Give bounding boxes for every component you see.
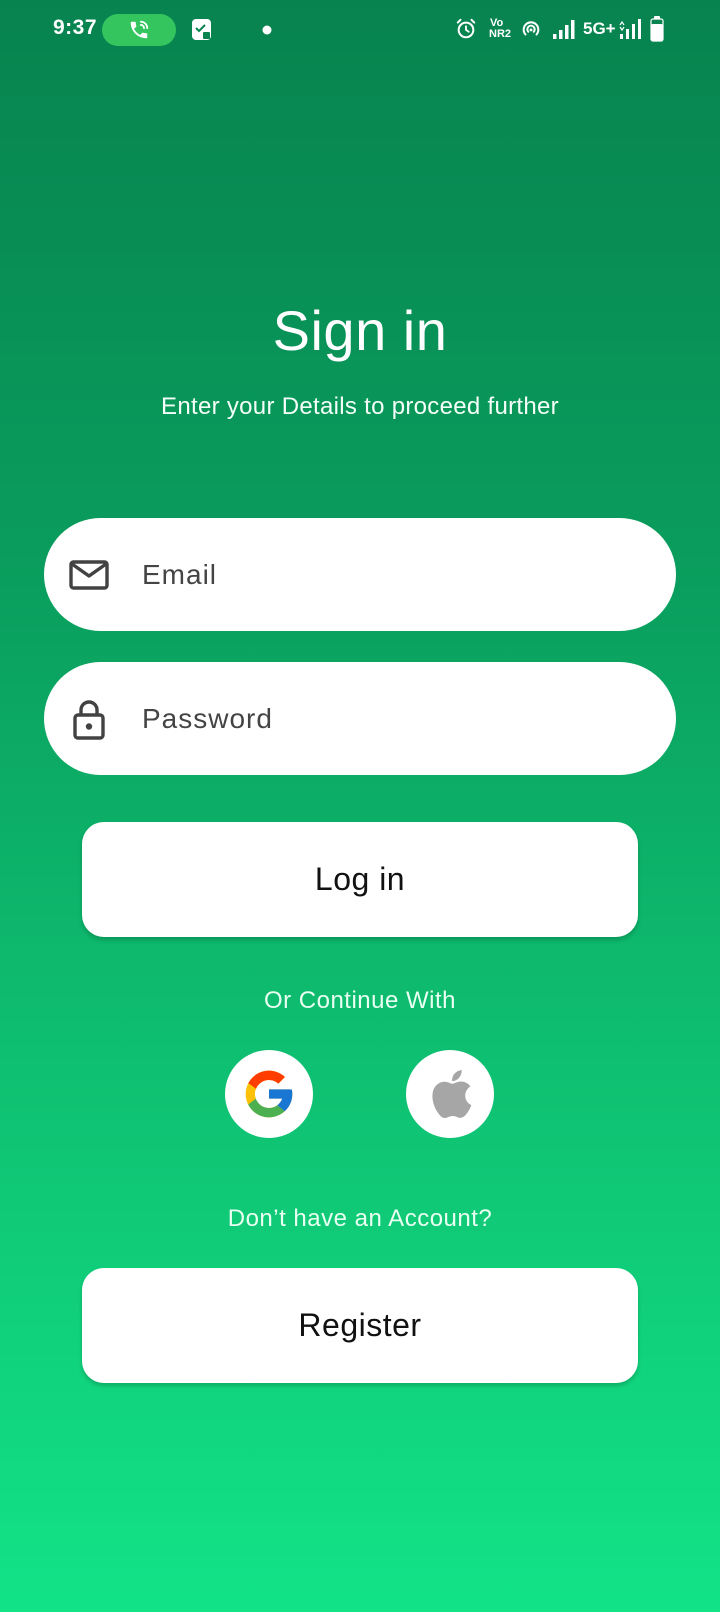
password-field[interactable] — [44, 662, 676, 775]
hotspot-icon — [522, 21, 540, 36]
status-time: 9:37 — [53, 16, 98, 39]
battery-icon — [650, 16, 664, 42]
google-logo-icon — [245, 1070, 293, 1118]
google-signin-button[interactable] — [225, 1050, 313, 1138]
signal-strength-icon — [553, 20, 575, 39]
social-login-heading: Or Continue With — [263, 987, 457, 1014]
alarm-icon — [456, 18, 476, 39]
page-title: Sign in — [272, 299, 448, 362]
email-field[interactable] — [44, 518, 676, 631]
mail-icon — [69, 559, 109, 590]
status-bar: 9:37 Vo NR2 5G+ — [0, 0, 720, 60]
no-account-prompt: Don’t have an Account? — [227, 1205, 493, 1232]
apple-logo-icon — [432, 1070, 472, 1119]
nr-label: NR2 — [489, 28, 512, 40]
password-input[interactable] — [142, 662, 642, 775]
network-type-label: 5G+ — [583, 19, 616, 38]
notification-dot-icon — [262, 25, 272, 35]
apple-signin-button[interactable] — [406, 1050, 494, 1138]
login-button[interactable]: Log in — [82, 822, 638, 937]
phone-call-icon — [130, 20, 149, 39]
signal-strength-sim2-icon — [619, 19, 641, 39]
ongoing-call-indicator[interactable] — [102, 14, 176, 46]
notification-app-icon — [192, 19, 211, 40]
page-subtitle: Enter your Details to proceed further — [161, 393, 559, 420]
lock-icon — [73, 699, 105, 740]
register-button[interactable]: Register — [82, 1268, 638, 1383]
email-input[interactable] — [142, 518, 642, 631]
